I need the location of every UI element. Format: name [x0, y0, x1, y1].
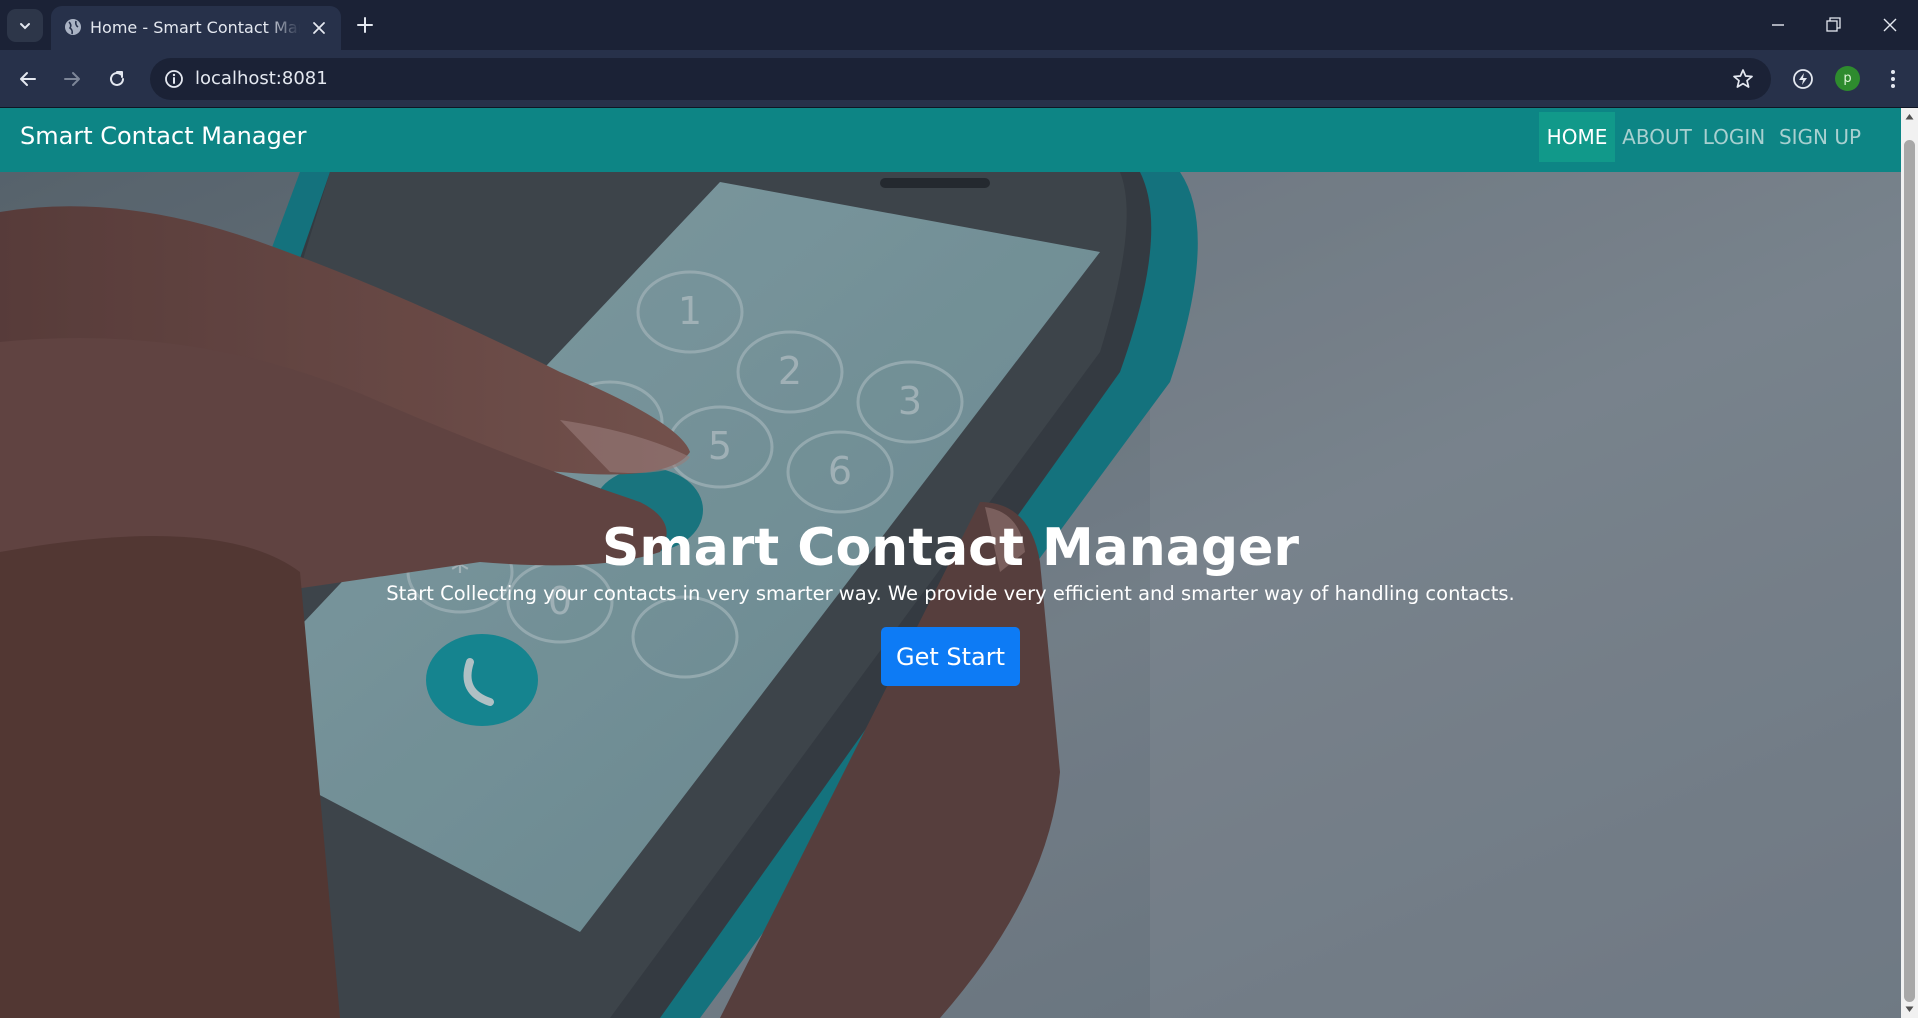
url-text[interactable]: localhost:8081 — [195, 67, 328, 91]
scroll-up-arrow-icon[interactable] — [1905, 112, 1914, 121]
scrollbar-thumb[interactable] — [1904, 140, 1915, 1002]
hero-section: 1 2 3 4 5 6 * 0 — [0, 172, 1901, 1018]
hero-title: Smart Contact Manager — [601, 518, 1300, 578]
address-bar[interactable]: localhost:8081 — [150, 58, 1771, 100]
globe-icon — [65, 19, 81, 35]
profile-avatar[interactable]: p — [1835, 66, 1860, 91]
browser-toolbar: localhost:8081 p — [0, 50, 1918, 108]
close-window-icon[interactable] — [1877, 12, 1903, 38]
restore-icon[interactable] — [1820, 12, 1846, 38]
more-vertical-icon[interactable] — [1880, 66, 1906, 92]
close-icon[interactable] — [309, 18, 329, 38]
nav-link-login[interactable]: LOGIN — [1697, 112, 1771, 162]
get-start-button[interactable]: Get Start — [881, 627, 1020, 686]
extension-icon[interactable] — [1789, 65, 1817, 93]
arrow-right-icon[interactable] — [59, 66, 85, 92]
nav-link-about[interactable]: ABOUT — [1616, 112, 1698, 162]
site-navbar: Smart Contact Manager HOME ABOUT LOGIN S… — [0, 108, 1901, 172]
page-viewport: Smart Contact Manager HOME ABOUT LOGIN S… — [0, 108, 1901, 1018]
reload-icon[interactable] — [104, 66, 130, 92]
navbar-brand[interactable]: Smart Contact Manager — [20, 122, 306, 150]
hero-subtitle: Start Collecting your contacts in very s… — [386, 582, 1515, 605]
browser-tab-active[interactable]: Home - Smart Contact Manager — [51, 6, 341, 50]
tab-search-button[interactable] — [7, 9, 43, 42]
plus-icon[interactable] — [353, 13, 377, 37]
tab-title: Home - Smart Contact Manager — [90, 18, 300, 37]
nav-link-signup[interactable]: SIGN UP — [1772, 112, 1868, 162]
star-icon[interactable] — [1730, 66, 1756, 92]
chevron-down-icon — [20, 22, 30, 29]
browser-tab-strip: Home - Smart Contact Manager — [0, 0, 1918, 50]
nav-link-home[interactable]: HOME — [1539, 112, 1615, 162]
minimize-icon[interactable] — [1765, 12, 1791, 38]
info-icon[interactable] — [162, 67, 186, 91]
scroll-down-arrow-icon[interactable] — [1905, 1005, 1914, 1014]
page-scrollbar[interactable] — [1901, 108, 1918, 1018]
arrow-left-icon[interactable] — [15, 66, 41, 92]
